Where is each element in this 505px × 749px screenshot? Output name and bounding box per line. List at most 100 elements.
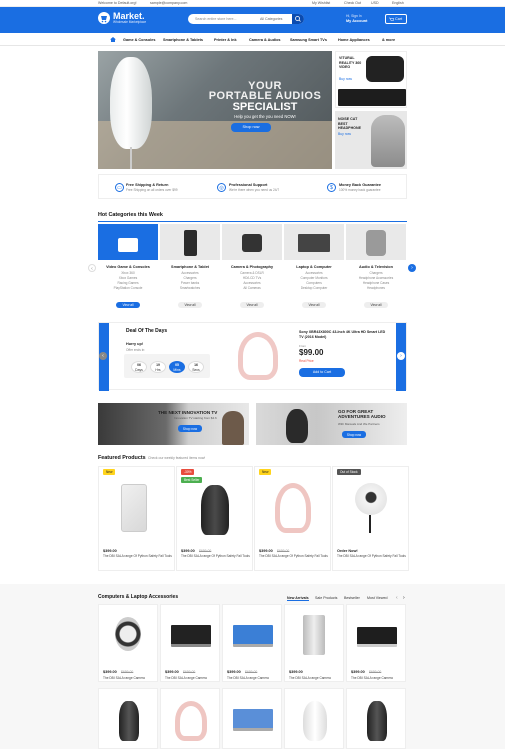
hero-shop-button[interactable]: Shop now bbox=[231, 123, 271, 132]
chevron-right-icon[interactable]: › bbox=[397, 352, 405, 360]
product-card[interactable] bbox=[346, 688, 406, 749]
account-menu[interactable]: My Account bbox=[346, 19, 367, 23]
wishlist-link[interactable]: My Wishlist bbox=[312, 1, 330, 5]
chevron-right-icon[interactable]: › bbox=[408, 264, 416, 272]
view-all-button[interactable]: View all bbox=[240, 302, 264, 308]
product-card[interactable] bbox=[160, 688, 220, 749]
view-all-button[interactable]: View all bbox=[178, 302, 202, 308]
search-button[interactable] bbox=[292, 14, 304, 24]
category-link[interactable]: Xbox 360 bbox=[98, 271, 158, 275]
category-name[interactable]: Audio & Television bbox=[346, 265, 406, 269]
product-card[interactable] bbox=[284, 688, 344, 749]
order-now-label[interactable]: Order Now! bbox=[337, 549, 358, 553]
category-name[interactable]: Video Game & Consoles bbox=[98, 265, 158, 269]
product-card[interactable]: Out of Stock Order Now! The DBI SALA ran… bbox=[332, 466, 409, 571]
category-link[interactable]: Chargers bbox=[346, 271, 406, 275]
promo-banner-audio[interactable]: GO FOR GREAT ADVENTURES AUDIO With Manua… bbox=[256, 403, 407, 445]
product-title[interactable]: The DBI SALA range Camera bbox=[165, 676, 207, 680]
category-link[interactable]: Accessories bbox=[222, 281, 282, 285]
nav-item-home-appliances[interactable]: Home Appliances bbox=[338, 38, 370, 42]
product-title[interactable]: The DBI SALA range Of Python Safety Fall… bbox=[181, 554, 251, 558]
product-title[interactable]: The DBI SALA range Camera bbox=[289, 676, 331, 680]
product-card[interactable]: $399.00 $699.00 The DBI SALA range Camer… bbox=[160, 604, 220, 682]
category-card[interactable]: Camera & Photography Camera & DSLR HD/LC… bbox=[222, 224, 282, 312]
category-link[interactable]: Computers bbox=[284, 281, 344, 285]
category-link[interactable]: Power banks bbox=[160, 281, 220, 285]
vr-buy-link[interactable]: Buy now bbox=[339, 77, 352, 81]
category-link[interactable]: Racing Games bbox=[98, 281, 158, 285]
banner-shop-button[interactable]: Shop now bbox=[178, 425, 202, 432]
category-link[interactable]: Accessories bbox=[284, 271, 344, 275]
hero-banner[interactable]: YOUR PORTABLE AUDIOS SPECIALIST Help you… bbox=[98, 51, 332, 169]
nav-item-printer[interactable]: Printer & Ink bbox=[214, 38, 237, 42]
nav-item-more[interactable]: & more bbox=[382, 38, 395, 42]
category-name[interactable]: Smartphone & Tablet bbox=[160, 265, 220, 269]
category-card[interactable]: Smartphone & Tablet Accessories Chargers… bbox=[160, 224, 220, 312]
category-link[interactable]: Accessories bbox=[160, 271, 220, 275]
chevron-left-icon[interactable]: ‹ bbox=[99, 352, 107, 360]
nav-item-smartphones[interactable]: Smartphone & Tablets bbox=[163, 38, 203, 42]
product-card[interactable]: $399.00 $699.00 The DBI SALA range Camer… bbox=[222, 604, 282, 682]
product-title[interactable]: The DBI SALA range Camera bbox=[351, 676, 393, 680]
language-select[interactable]: English bbox=[392, 1, 404, 5]
email-link[interactable]: sample@company.com bbox=[150, 1, 187, 5]
home-icon[interactable] bbox=[110, 37, 116, 42]
category-card[interactable]: Audio & Television Chargers Headphone Ac… bbox=[346, 224, 406, 312]
category-link[interactable]: Desktop Computer bbox=[284, 286, 344, 290]
category-link[interactable]: PlayStation Console bbox=[98, 286, 158, 290]
tab-sale-products[interactable]: Sale Products bbox=[315, 596, 337, 600]
product-card[interactable]: -30% Best Seller $399.00 $699.00 The DBI… bbox=[176, 466, 253, 571]
headphone-buy-link[interactable]: Buy now bbox=[338, 132, 351, 136]
product-card[interactable]: $399.00 $699.00 The DBI SALA range Camer… bbox=[346, 604, 406, 682]
search-bar[interactable]: Search entire store here... All Categori… bbox=[188, 14, 304, 24]
view-all-button[interactable]: View all bbox=[364, 302, 388, 308]
category-card[interactable]: Laptop & Computer Accessories Computer M… bbox=[284, 224, 344, 312]
product-title[interactable]: The DBI SALA range Of Python Safety Fall… bbox=[103, 554, 173, 558]
category-link[interactable]: Camera & DSLR bbox=[222, 271, 282, 275]
cart-button[interactable]: Cart bbox=[385, 14, 407, 24]
product-card[interactable]: New $399.00 The DBI SALA range Of Python… bbox=[98, 466, 175, 571]
checkout-link[interactable]: Check Out bbox=[344, 1, 361, 5]
logo-icon[interactable] bbox=[98, 12, 110, 24]
chevron-left-icon[interactable]: ‹ bbox=[88, 264, 96, 272]
category-link[interactable]: Smartwatches bbox=[160, 286, 220, 290]
tab-most-viewed[interactable]: Most Viewed bbox=[367, 596, 388, 600]
side-banner-vr[interactable]: VITURAL REALITY 360 VIDEO Buy now bbox=[335, 51, 407, 108]
chevron-left-icon[interactable]: ‹ bbox=[396, 595, 398, 601]
tab-new-arrivals[interactable]: New Arrivals bbox=[287, 596, 309, 601]
category-link[interactable]: Headphone Cases bbox=[346, 281, 406, 285]
add-to-cart-button[interactable]: Add to Cart bbox=[299, 368, 345, 377]
product-card[interactable]: New $399.00 $699.00 The DBI SALA range O… bbox=[254, 466, 331, 571]
product-title[interactable]: The DBI SALA range Camera bbox=[227, 676, 269, 680]
nav-item-samsung[interactable]: Samsung Smart TVs bbox=[290, 38, 327, 42]
category-card[interactable]: Video Game & Consoles Xbox 360 Xbox Game… bbox=[98, 224, 158, 312]
view-all-button[interactable]: View all bbox=[116, 302, 140, 308]
nav-item-games[interactable]: Game & Consoles bbox=[123, 38, 156, 42]
product-title[interactable]: The DBI SALA range Of Python Safety Fall… bbox=[259, 554, 329, 558]
deal-product-name[interactable]: Sony XBR43X800C 43-Inch 4K Ultra HD Smar… bbox=[299, 330, 389, 339]
view-all-button[interactable]: View all bbox=[302, 302, 326, 308]
category-link[interactable]: Headphone Accessories bbox=[346, 276, 406, 280]
nav-item-camera[interactable]: Camera & Audios bbox=[249, 38, 281, 42]
category-name[interactable]: Camera & Photography bbox=[222, 265, 282, 269]
category-link[interactable]: Xbox Games bbox=[98, 276, 158, 280]
product-card[interactable]: $399.00 $699.00 The DBI SALA range Camer… bbox=[98, 604, 158, 682]
tab-bestseller[interactable]: Bestseller bbox=[344, 596, 360, 600]
category-link[interactable]: All Cameras bbox=[222, 286, 282, 290]
promo-banner-tv[interactable]: THE NEXT INNOVATION TV Innovation TV sta… bbox=[98, 403, 249, 445]
side-banner-headphone[interactable]: NOISE CAT BEST HEADPHONE Buy now bbox=[335, 111, 407, 169]
category-link[interactable]: Computer Monitors bbox=[284, 276, 344, 280]
product-title[interactable]: The DBI SALA range Of Python Safety Fall… bbox=[337, 554, 407, 558]
product-card[interactable] bbox=[222, 688, 282, 749]
account-greeting[interactable]: Hi, Sign In bbox=[346, 14, 362, 18]
deal-headphone-image[interactable] bbox=[238, 332, 278, 380]
product-title[interactable]: The DBI SALA range Camera bbox=[103, 676, 145, 680]
product-card[interactable] bbox=[98, 688, 158, 749]
category-link[interactable]: Chargers bbox=[160, 276, 220, 280]
category-link[interactable]: Headphones bbox=[346, 286, 406, 290]
category-link[interactable]: HD/LCD TVs bbox=[222, 276, 282, 280]
chevron-right-icon[interactable]: › bbox=[403, 595, 405, 601]
category-name[interactable]: Laptop & Computer bbox=[284, 265, 344, 269]
search-input[interactable]: Search entire store here... bbox=[195, 17, 237, 21]
banner-shop-button[interactable]: Shop now bbox=[342, 431, 366, 438]
